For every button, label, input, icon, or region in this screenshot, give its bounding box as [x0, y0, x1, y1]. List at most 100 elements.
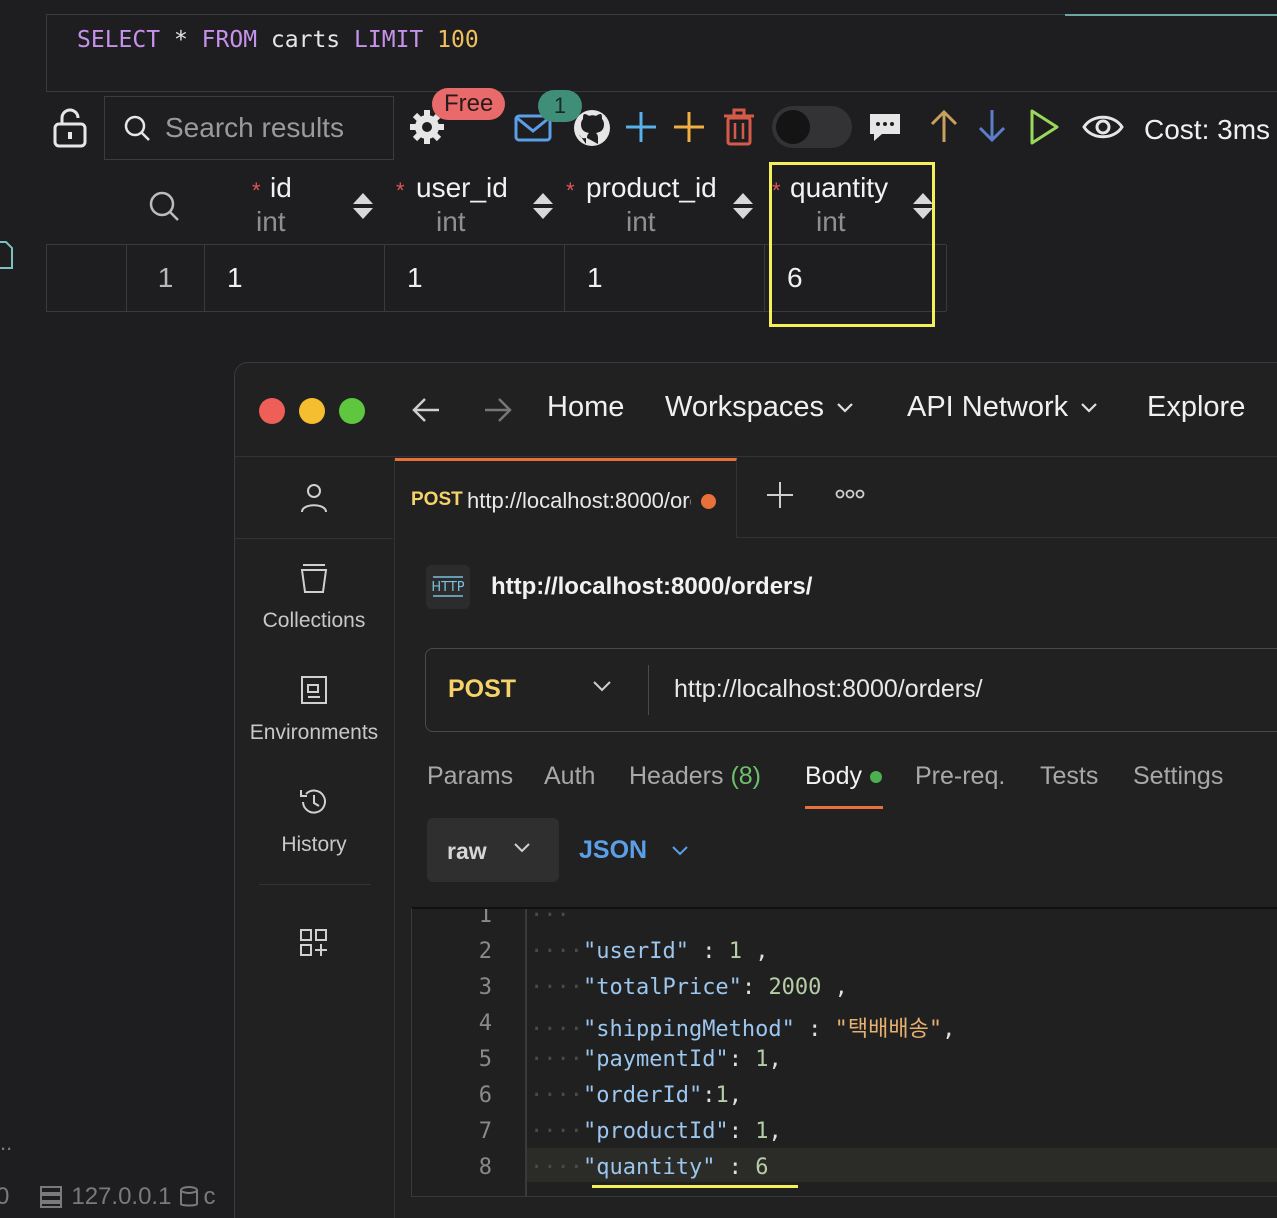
request-tab[interactable]: POST http://localhost:8000/orders/ — [395, 458, 737, 538]
row-select-cell[interactable] — [47, 245, 127, 311]
code-line: ····"productId": 1, — [530, 1119, 782, 1144]
server-icon — [40, 1186, 63, 1208]
body-mode-select[interactable]: raw — [427, 818, 559, 882]
required-marker: * — [566, 178, 575, 203]
sort-icon[interactable] — [532, 192, 554, 220]
tab-params[interactable]: Params — [427, 762, 513, 791]
comment-icon[interactable] — [868, 110, 902, 144]
body-options: raw JSON — [427, 818, 1027, 882]
more-options-icon[interactable] — [835, 488, 865, 500]
host-label: 127.0.0.1 — [71, 1183, 172, 1210]
headers-count: (8) — [730, 762, 762, 790]
sql-editor[interactable]: SELECT * FROM carts LIMIT 100 — [46, 14, 1277, 92]
environments-icon — [301, 676, 327, 704]
column-type: int — [436, 206, 466, 237]
search-results-input[interactable]: Search results — [104, 96, 394, 160]
sidebar-item-collections[interactable]: Collections — [235, 562, 393, 633]
grid-search-icon[interactable] — [148, 190, 180, 222]
body-language-select[interactable]: JSON — [579, 836, 689, 865]
method-select[interactable]: POST — [448, 675, 516, 704]
request-name[interactable]: http://localhost:8000/orders/ — [491, 573, 812, 601]
free-badge[interactable]: Free — [432, 88, 506, 120]
lock-icon[interactable] — [52, 108, 88, 148]
back-arrow-icon[interactable] — [411, 393, 441, 427]
line-number: 2 — [478, 939, 492, 964]
sort-icon[interactable] — [732, 192, 754, 220]
status-edge-text: 0 — [0, 1183, 10, 1210]
sql-limit-value: 100 — [437, 27, 479, 53]
trash-icon[interactable] — [722, 108, 756, 146]
code-line: ····"paymentId": 1, — [530, 1047, 782, 1072]
search-placeholder: Search results — [165, 112, 344, 143]
sidebar-item-account[interactable] — [235, 482, 393, 519]
quantity-highlight-annotation — [769, 162, 935, 327]
postman-main: POST http://localhost:8000/orders/ HTTP … — [395, 458, 1277, 1218]
collections-icon — [300, 564, 328, 593]
nav-api-network[interactable]: API Network — [907, 391, 1098, 424]
sidebar-item-history[interactable]: History — [235, 786, 393, 857]
postman-window: Home Workspaces API Network Explore Coll… — [234, 362, 1277, 1218]
sql-keyword-from: FROM — [201, 27, 258, 53]
database-label: c — [203, 1183, 216, 1210]
column-header-user-id[interactable]: * user_id int — [386, 168, 566, 244]
tab-body[interactable]: Body — [805, 762, 882, 791]
cell-id[interactable]: 1 — [205, 245, 385, 311]
user-icon — [301, 484, 327, 513]
query-cost: Cost: 3ms — [1144, 114, 1271, 145]
tab-headers[interactable]: Headers (8) — [629, 762, 761, 791]
search-icon — [124, 115, 150, 141]
line-number: 8 — [478, 1155, 492, 1180]
sidebar-divider — [259, 884, 371, 885]
tab-settings[interactable]: Settings — [1133, 762, 1223, 791]
sidebar-item-add-widgets[interactable] — [235, 928, 393, 963]
quantity-underline-annotation — [592, 1185, 798, 1188]
new-tab-plus-icon[interactable] — [765, 480, 795, 510]
code-line: ····"orderId":1, — [530, 1083, 742, 1108]
history-icon — [300, 789, 326, 814]
postman-titlebar: Home Workspaces API Network Explore — [235, 363, 1277, 457]
tab-tests[interactable]: Tests — [1040, 762, 1098, 791]
tab-auth[interactable]: Auth — [544, 762, 595, 791]
nav-explore-label: Explore — [1147, 391, 1246, 423]
sidebar-item-environments[interactable]: Environments — [235, 674, 393, 745]
nav-home[interactable]: Home — [547, 391, 624, 424]
required-marker: * — [252, 178, 261, 203]
column-header-product-id[interactable]: * product_id int — [566, 168, 766, 244]
nav-workspaces-label: Workspaces — [665, 391, 825, 423]
github-icon[interactable] — [572, 108, 612, 148]
nav-explore[interactable]: Explore — [1147, 391, 1245, 424]
auto-commit-toggle[interactable] — [772, 106, 852, 148]
forward-arrow-icon[interactable] — [483, 393, 513, 427]
code-line: ····"shippingMethod" : "택배배송", — [530, 1017, 956, 1042]
column-name: id — [270, 172, 292, 203]
database-icon — [180, 1186, 199, 1207]
sort-icon[interactable] — [352, 192, 374, 220]
sql-star: * — [173, 27, 188, 53]
eye-icon[interactable] — [1082, 112, 1124, 142]
url-input[interactable]: http://localhost:8000/orders/ — [674, 675, 983, 704]
column-header-id[interactable]: * id int — [206, 168, 386, 244]
line-number: 1 — [478, 907, 492, 928]
maximize-window-button[interactable] — [339, 398, 365, 424]
cell-product-id[interactable]: 1 — [565, 245, 765, 311]
add-column-icon[interactable] — [672, 110, 706, 144]
nav-api-network-label: API Network — [907, 391, 1069, 423]
unsaved-indicator — [701, 494, 716, 509]
minimize-window-button[interactable] — [299, 398, 325, 424]
body-code-editor[interactable]: 1 ··· 2 ····"userId" : 1 , 3 ····"totalP… — [411, 907, 1277, 1197]
chevron-down-icon[interactable] — [592, 679, 612, 693]
sql-query[interactable]: SELECT * FROM carts LIMIT 100 — [77, 27, 479, 53]
add-row-icon[interactable] — [624, 110, 658, 144]
nav-workspaces[interactable]: Workspaces — [665, 391, 854, 424]
required-marker: * — [396, 178, 405, 203]
sidebar-divider — [235, 538, 393, 539]
run-icon[interactable] — [1028, 108, 1060, 146]
arrow-up-icon[interactable] — [928, 108, 960, 144]
request-subtabs: Params Auth Headers (8) Body Pre-req. Te… — [427, 762, 1277, 812]
close-window-button[interactable] — [259, 398, 285, 424]
cell-user-id[interactable]: 1 — [385, 245, 565, 311]
file-icon[interactable] — [0, 240, 14, 270]
arrow-down-icon[interactable] — [976, 108, 1008, 144]
column-name: product_id — [586, 172, 717, 203]
tab-prereq[interactable]: Pre-req. — [915, 762, 1005, 791]
